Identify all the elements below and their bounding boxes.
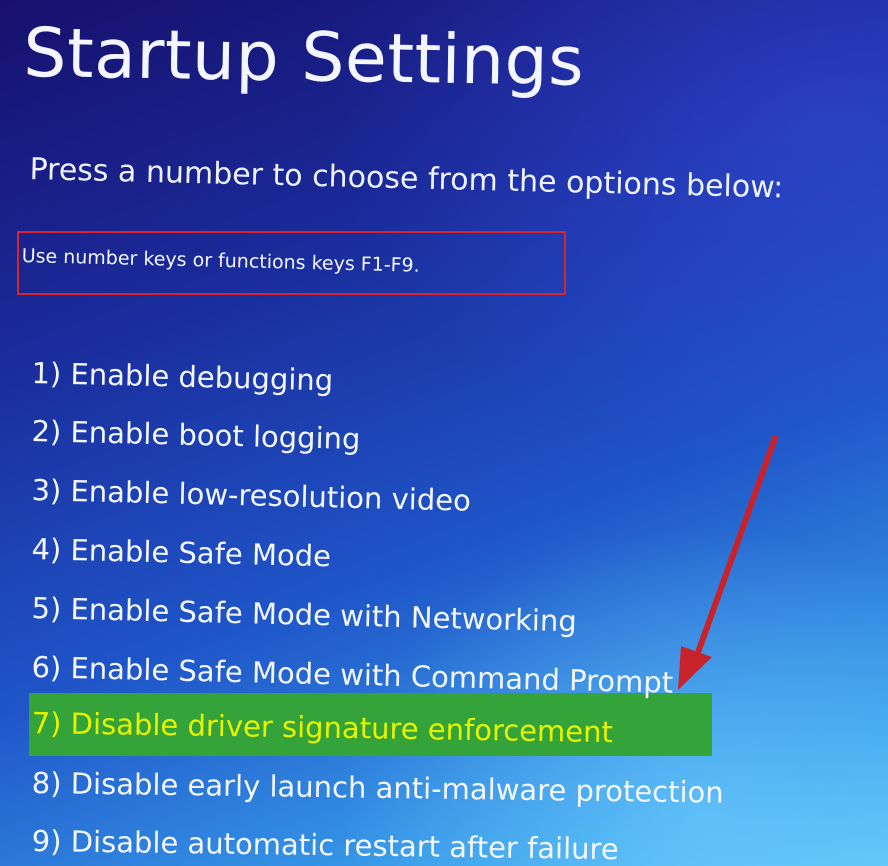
option-disable-automatic-restart[interactable]: 9) Disable automatic restart after failu… [32,824,619,866]
option-disable-early-launch-anti-malware[interactable]: 8) Disable early launch anti-malware pro… [32,766,724,810]
option-enable-safe-mode[interactable]: 4) Enable Safe Mode [31,532,331,573]
option-safe-mode-networking[interactable]: 5) Enable Safe Mode with Networking [31,591,577,638]
option-enable-debugging[interactable]: 1) Enable debugging [31,356,333,397]
option-safe-mode-command-prompt[interactable]: 6) Enable Safe Mode with Command Prompt [31,650,673,700]
startup-options-list: 1) Enable debugging 2) Enable boot loggi… [0,0,888,866]
option-enable-low-resolution-video[interactable]: 3) Enable low-resolution video [31,473,471,518]
startup-settings-screen: Startup Settings Press a number to choos… [0,0,888,866]
option-disable-driver-signature-enforcement[interactable]: 7) Disable driver signature enforcement [31,706,613,749]
option-enable-boot-logging[interactable]: 2) Enable boot logging [31,414,361,456]
